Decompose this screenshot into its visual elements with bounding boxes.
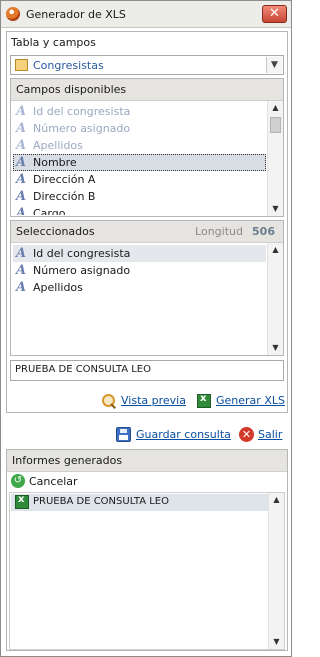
- text-field-icon: A: [16, 155, 27, 170]
- app-logo-icon: [6, 7, 20, 21]
- exit-icon: ✕: [239, 427, 254, 442]
- generated-reports-header: Informes generados: [7, 450, 287, 472]
- window-title: Generador de XLS: [26, 8, 126, 21]
- text-field-icon: A: [16, 206, 27, 215]
- table-icon: [15, 59, 28, 71]
- selected-fields-header: Seleccionados Longitud 506: [11, 221, 283, 243]
- report-list-item[interactable]: PRUEBA DE CONSULTA LEO: [11, 494, 268, 511]
- generated-reports-list: PRUEBA DE CONSULTA LEO ▲ ▼: [9, 492, 285, 650]
- available-field-item[interactable]: A Id del congresista: [13, 103, 266, 120]
- available-fields-header: Campos disponibles: [11, 79, 283, 101]
- text-field-icon: A: [16, 104, 27, 119]
- scroll-up-icon[interactable]: ▲: [268, 243, 283, 257]
- text-field-icon: A: [16, 263, 27, 278]
- available-fields-title: Campos disponibles: [16, 83, 127, 96]
- tables-section-label: Tabla y campos: [11, 36, 96, 49]
- text-field-icon: A: [16, 138, 27, 153]
- selected-fields-title: Seleccionados: [16, 225, 95, 238]
- close-window-button[interactable]: ✕: [262, 5, 287, 23]
- save-icon: [116, 427, 131, 442]
- scroll-down-icon[interactable]: ▼: [269, 635, 284, 649]
- available-field-item[interactable]: A Dirección A: [13, 171, 266, 188]
- query-name-input[interactable]: PRUEBA DE CONSULTA LEO: [10, 360, 284, 381]
- excel-icon: [15, 494, 29, 509]
- magnifier-icon: [102, 394, 116, 408]
- save-query-link[interactable]: Guardar consulta: [136, 428, 231, 441]
- selected-fields-scrollbar[interactable]: ▲ ▼: [267, 243, 283, 355]
- scroll-down-icon[interactable]: ▼: [268, 341, 283, 355]
- undo-icon: ↺: [11, 474, 25, 488]
- text-field-icon: A: [16, 172, 27, 187]
- available-field-item[interactable]: A Dirección B: [13, 188, 266, 205]
- cancel-button[interactable]: ↺ Cancelar: [7, 472, 287, 491]
- selected-fields-list: Seleccionados Longitud 506 A Id del congr…: [10, 220, 284, 356]
- available-field-item[interactable]: A Cargo: [13, 205, 266, 215]
- available-fields-scrollbar[interactable]: ▲ ▼: [267, 101, 283, 216]
- reports-scrollbar[interactable]: ▲ ▼: [268, 493, 284, 649]
- scroll-up-icon[interactable]: ▲: [269, 493, 284, 507]
- xls-generator-window: Generador de XLS ✕ Tabla y campos Congre…: [0, 0, 292, 657]
- text-field-icon: A: [16, 121, 27, 136]
- text-field-icon: A: [16, 189, 27, 204]
- excel-icon: [197, 393, 211, 408]
- table-select[interactable]: Congresistas ▼: [10, 55, 284, 75]
- preview-link[interactable]: Vista previa: [121, 394, 186, 407]
- text-field-icon: A: [16, 280, 27, 295]
- title-bar: Generador de XLS ✕: [1, 1, 291, 28]
- cancel-label: Cancelar: [29, 475, 78, 488]
- selected-field-item[interactable]: A Id del congresista: [13, 245, 266, 262]
- scrollbar-thumb[interactable]: [270, 117, 281, 133]
- report-label: PRUEBA DE CONSULTA LEO: [33, 496, 170, 507]
- available-fields-list: Campos disponibles A Id del congresista A…: [10, 78, 284, 217]
- generated-reports-panel: Informes generados ↺ Cancelar PRUEBA DE …: [6, 449, 288, 651]
- tables-and-fields-panel: Tabla y campos Congresistas ▼ Campos dis…: [6, 31, 288, 413]
- selected-field-item[interactable]: A Número asignado: [13, 262, 266, 279]
- scroll-up-icon[interactable]: ▲: [268, 101, 283, 115]
- length-value: 506: [252, 225, 275, 238]
- table-select-value: Congresistas: [33, 59, 104, 72]
- available-field-item[interactable]: A Nombre: [13, 154, 266, 171]
- length-label: Longitud: [195, 225, 243, 238]
- chevron-down-icon[interactable]: ▼: [266, 57, 282, 73]
- selected-field-item[interactable]: A Apellidos: [13, 279, 266, 296]
- available-field-item[interactable]: A Apellidos: [13, 137, 266, 154]
- generate-xls-link[interactable]: Generar XLS: [216, 394, 285, 407]
- exit-link[interactable]: Salir: [258, 428, 282, 441]
- text-field-icon: A: [16, 246, 27, 261]
- generated-reports-title: Informes generados: [12, 454, 123, 467]
- available-field-item[interactable]: A Número asignado: [13, 120, 266, 137]
- scroll-down-icon[interactable]: ▼: [268, 202, 283, 216]
